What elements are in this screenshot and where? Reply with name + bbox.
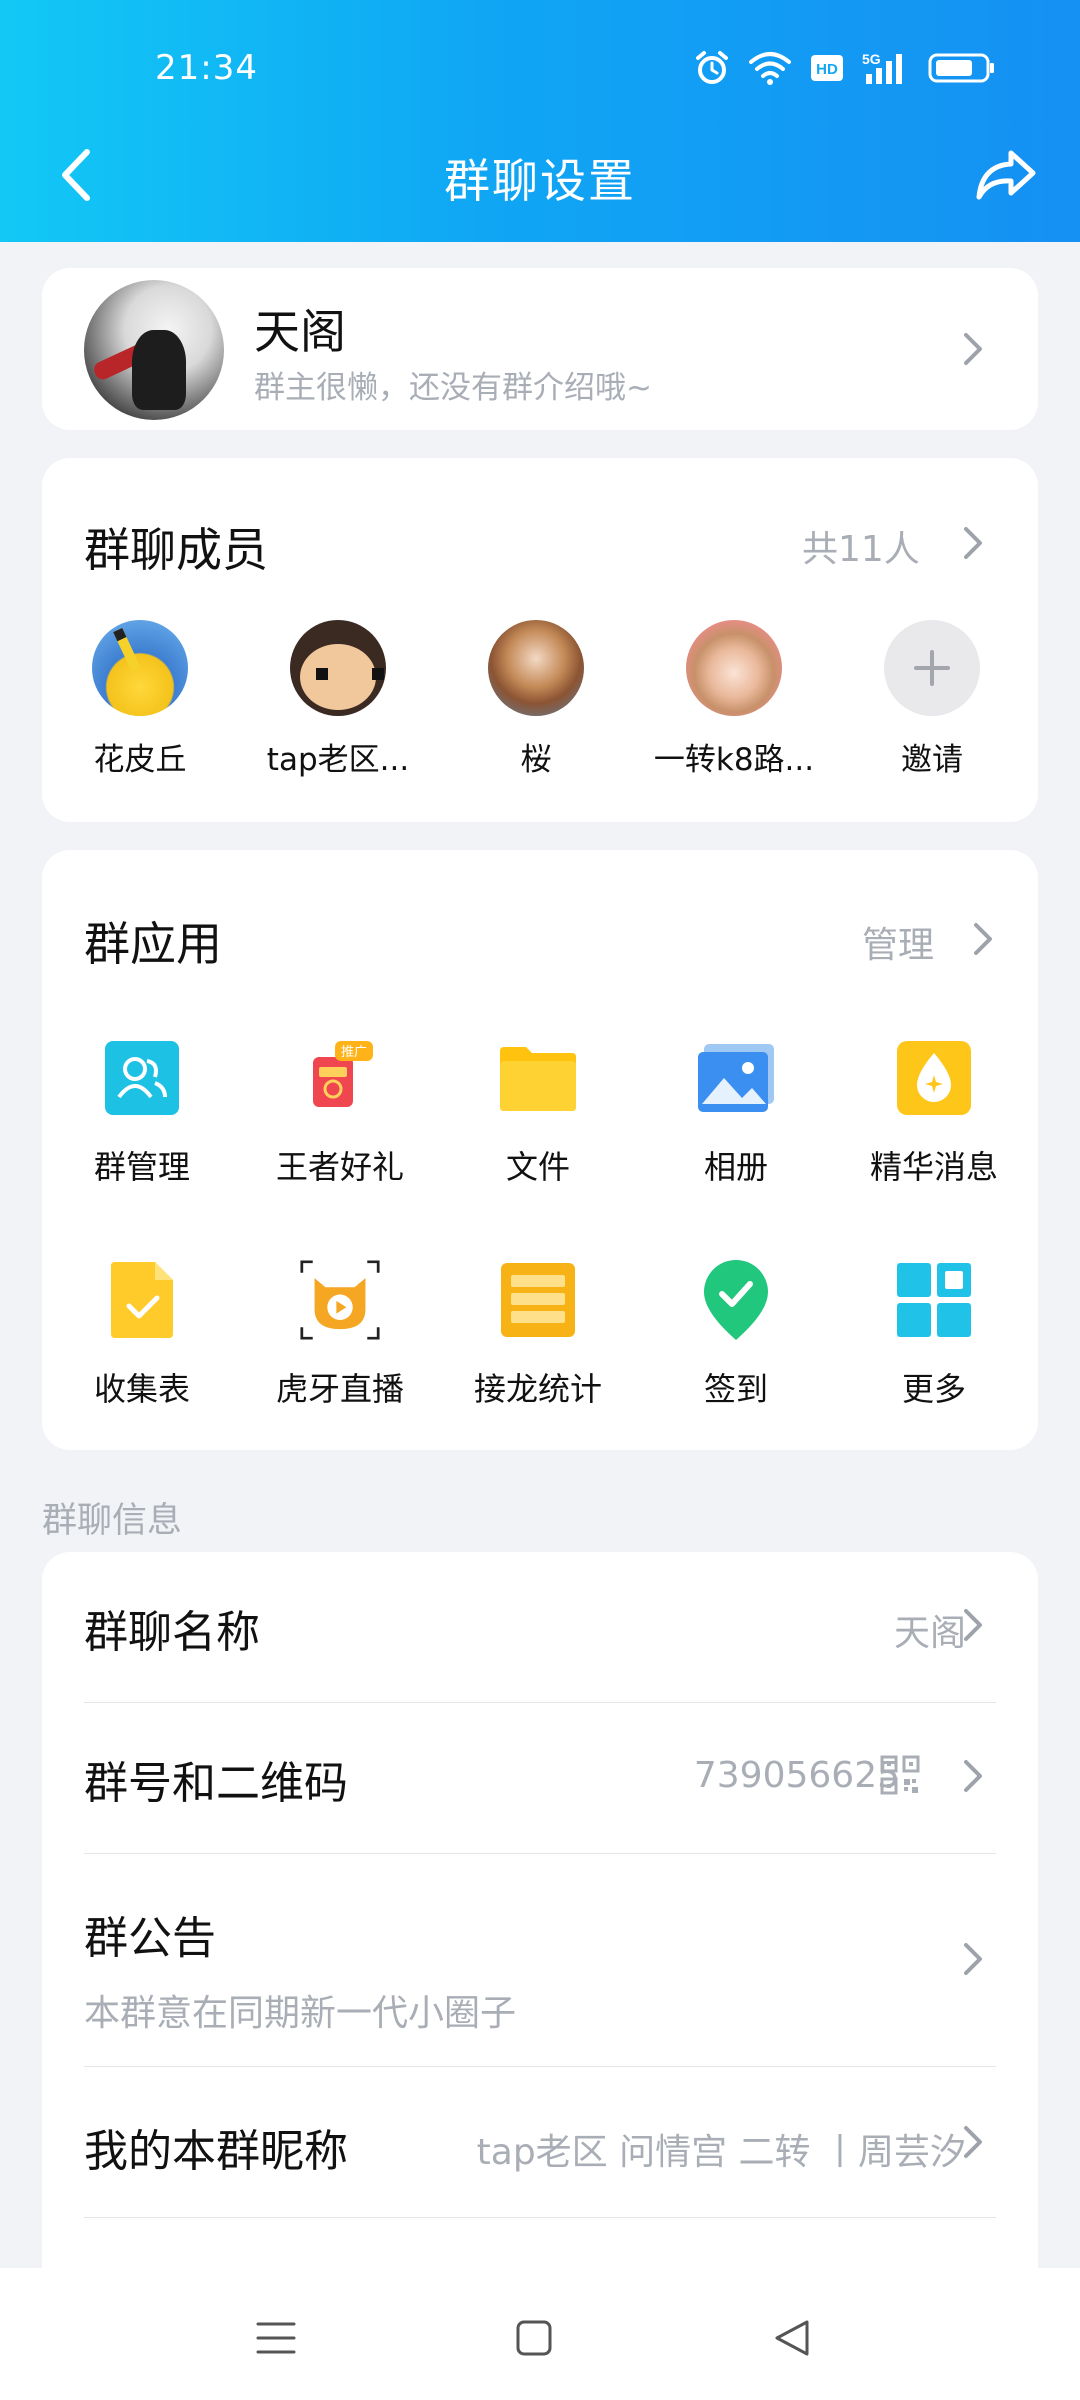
album-icon xyxy=(696,1038,776,1118)
status-time: 21:34 xyxy=(155,48,258,88)
member-name: 花皮丘 xyxy=(93,742,187,778)
app-form[interactable]: 收集表 xyxy=(42,1260,242,1410)
app-label: 王者好礼 xyxy=(275,1148,404,1186)
row-announcement[interactable]: 群公告 本群意在同期新一代小圈子 xyxy=(42,1854,1038,2066)
qr-code-icon xyxy=(880,1755,920,1795)
highlight-icon xyxy=(894,1038,974,1118)
svg-text:HD: HD xyxy=(816,61,838,78)
member-avatar xyxy=(92,620,188,716)
plus-icon xyxy=(884,620,980,716)
app-more[interactable]: 更多 xyxy=(834,1260,1034,1410)
app-group-manage[interactable]: 群管理 xyxy=(42,1038,242,1188)
group-avatar xyxy=(84,280,224,420)
group-name: 天阁 xyxy=(254,305,346,359)
apps-title: 群应用 xyxy=(84,917,222,971)
status-icons: HD 5G xyxy=(694,50,996,86)
svg-text:5G: 5G xyxy=(862,51,881,67)
member-name: tap老区... xyxy=(266,742,410,778)
member-item[interactable]: 桜 xyxy=(446,620,626,779)
form-icon xyxy=(102,1260,182,1340)
checkin-icon xyxy=(696,1260,776,1340)
row-value: 本群意在同期新一代小圈子 xyxy=(84,1993,517,2034)
app-label: 接龙统计 xyxy=(473,1370,602,1408)
row-value: 天阁 xyxy=(893,1613,966,1654)
app-files[interactable]: 文件 xyxy=(438,1038,638,1188)
app-label: 签到 xyxy=(703,1370,768,1408)
apps-manage-link[interactable]: 管理 xyxy=(862,916,934,968)
wifi-icon xyxy=(749,52,791,85)
member-name: 桜 xyxy=(520,742,552,778)
share-button[interactable] xyxy=(966,140,1046,210)
battery-icon xyxy=(928,53,994,83)
group-apps-card: 群应用 管理 群管理 推广 王者好礼 文件 相册 精华消息 收集表 虎牙直播 接… xyxy=(42,850,1038,1450)
row-label: 群公告 xyxy=(84,1913,216,1964)
member-item[interactable]: 花皮丘 xyxy=(50,620,230,779)
app-label: 群管理 xyxy=(93,1148,190,1186)
menu-icon xyxy=(256,2322,296,2354)
member-avatar xyxy=(686,620,782,716)
row-value: tap老区 问情宫 二转 丨周芸汐 xyxy=(476,2132,966,2173)
row-label: 群聊名称 xyxy=(84,1607,260,1658)
app-gift[interactable]: 推广 王者好礼 xyxy=(240,1038,440,1188)
members-row: 花皮丘 tap老区... 桜 一转k8路... 邀请 xyxy=(42,458,1038,822)
app-label: 虎牙直播 xyxy=(275,1370,404,1408)
member-avatar xyxy=(290,620,386,716)
system-navigation-bar xyxy=(0,2268,1080,2400)
gift-icon: 推广 xyxy=(300,1038,380,1118)
group-info-card: 群聊名称 天阁 群号和二维码 739056625 群公告 本群意在同期新一代小圈… xyxy=(42,1552,1038,2272)
app-label: 相册 xyxy=(703,1148,768,1186)
member-item[interactable]: tap老区... xyxy=(248,620,428,779)
chevron-right-icon xyxy=(964,333,982,365)
row-label: 我的本群昵称 xyxy=(84,2126,348,2177)
svg-text:推广: 推广 xyxy=(341,1045,367,1060)
share-icon xyxy=(976,150,1036,200)
member-item[interactable]: 一转k8路... xyxy=(644,620,824,779)
chevron-right-icon[interactable] xyxy=(970,920,996,958)
divider xyxy=(84,2217,996,2218)
alarm-icon xyxy=(696,51,728,84)
row-group-number-qr[interactable]: 群号和二维码 739056625 xyxy=(42,1703,1038,1853)
home-square-icon xyxy=(516,2320,552,2356)
row-my-nickname[interactable]: 我的本群昵称 tap老区 问情宫 二转 丨周芸汐 xyxy=(42,2067,1038,2217)
app-checkin[interactable]: 签到 xyxy=(636,1260,836,1410)
app-label: 文件 xyxy=(505,1148,570,1186)
row-value: 739056625 xyxy=(693,1755,900,1796)
app-highlight[interactable]: 精华消息 xyxy=(834,1038,1034,1188)
app-album[interactable]: 相册 xyxy=(636,1038,836,1188)
app-huya-live[interactable]: 虎牙直播 xyxy=(240,1260,440,1410)
invite-label: 邀请 xyxy=(901,742,963,778)
menu-button[interactable] xyxy=(246,2308,306,2368)
page-title: 群聊设置 xyxy=(444,154,636,208)
relay-stats-icon xyxy=(498,1260,578,1340)
app-relay-stats[interactable]: 接龙统计 xyxy=(438,1260,638,1410)
member-name: 一转k8路... xyxy=(653,742,815,778)
5g-signal-icon: 5G xyxy=(862,51,902,84)
header-bar: 21:34 HD 5G 群聊设置 xyxy=(0,0,1080,242)
home-button[interactable] xyxy=(504,2308,564,2368)
more-grid-icon xyxy=(894,1260,974,1340)
chevron-right-icon xyxy=(964,1609,982,1641)
chevron-right-icon xyxy=(964,1943,982,1975)
group-manage-icon xyxy=(102,1038,182,1118)
back-triangle-icon xyxy=(775,2320,809,2356)
chevron-right-icon xyxy=(964,1760,982,1792)
app-label: 收集表 xyxy=(93,1370,190,1408)
folder-icon xyxy=(498,1038,578,1118)
app-label: 精华消息 xyxy=(869,1148,998,1186)
huya-live-icon xyxy=(300,1260,380,1340)
row-label: 群号和二维码 xyxy=(84,1758,348,1809)
group-description: 群主很懒，还没有群介绍哦~ xyxy=(254,370,652,406)
row-group-name[interactable]: 群聊名称 天阁 xyxy=(42,1552,1038,1702)
back-nav-button[interactable] xyxy=(762,2308,822,2368)
group-profile-card[interactable]: 天阁 群主很懒，还没有群介绍哦~ xyxy=(42,268,1038,430)
member-avatar xyxy=(488,620,584,716)
app-label: 更多 xyxy=(901,1370,966,1408)
invite-member-button[interactable]: 邀请 xyxy=(842,620,1022,779)
hd-icon: HD xyxy=(811,55,843,81)
chevron-right-icon xyxy=(964,2126,982,2158)
info-section-label: 群聊信息 xyxy=(42,1501,183,1541)
